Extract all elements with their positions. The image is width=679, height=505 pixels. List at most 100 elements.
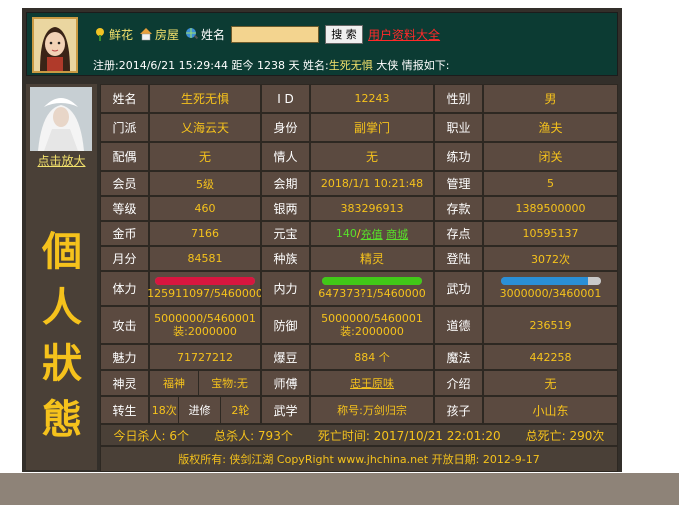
value-sect: 乂海云天 — [149, 113, 261, 142]
label-yuanbao: 元宝 — [261, 221, 310, 246]
rebirth-cell: 18次 进修 2轮 — [149, 396, 261, 424]
label-deposit-points: 存点 — [434, 221, 483, 246]
table-row: 金币 7166 元宝 140 / 充值 商城 存点 10595137 — [100, 221, 618, 246]
label-master: 师傅 — [261, 370, 310, 396]
shop-link[interactable]: 商城 — [386, 226, 408, 242]
register-info: 注册:2014/6/21 15:29:44 距今 1238 天 姓名:生死无惧 … — [93, 57, 449, 73]
value-member: 5级 — [149, 171, 261, 196]
table-row: 会员 5级 会期 2018/1/1 10:21:48 管理 5 — [100, 171, 618, 196]
kills-total: 总杀人: 793个 — [214, 428, 293, 443]
defense-cell: 5000000/5460001 装:2000000 — [310, 306, 434, 344]
flower-link[interactable]: 鲜花 — [109, 26, 133, 43]
user-portrait — [32, 17, 78, 73]
summary-bar: 今日杀人: 6个 总杀人: 793个 死亡时间: 2017/10/21 22:0… — [100, 424, 618, 446]
label-silver: 银两 — [261, 196, 310, 221]
value-defense-equip: 装:2000000 — [340, 325, 404, 338]
value-job: 渔夫 — [483, 113, 618, 142]
recharge-link[interactable]: 充值 — [361, 226, 383, 242]
label-sect: 门派 — [100, 113, 149, 142]
personal-status-title: 個 人 狀 態 — [34, 224, 90, 448]
value-intro: 无 — [483, 370, 618, 396]
value-identity: 副掌门 — [310, 113, 434, 142]
value-master[interactable]: 忠王原味 — [310, 370, 434, 396]
table-row: 攻击 5000000/5460001 装:2000000 防御 5000000/… — [100, 306, 618, 344]
label-morality: 道德 — [434, 306, 483, 344]
value-treasure: 宝物:无 — [211, 377, 248, 390]
title-char: 個 — [42, 228, 82, 275]
register-prefix: 注册:2014/6/21 15:29:44 距今 1238 天 姓名: — [93, 59, 329, 72]
label-deposit: 存款 — [434, 196, 483, 221]
label-attack: 攻击 — [100, 306, 149, 344]
register-name: 生死无惧 — [328, 59, 373, 72]
value-admin: 5 — [483, 171, 618, 196]
label-rebirth: 转生 — [100, 396, 149, 424]
value-gold: 7166 — [149, 221, 261, 246]
attack-cell: 5000000/5460001 装:2000000 — [149, 306, 261, 344]
zoom-link[interactable]: 点击放大 — [26, 152, 97, 169]
value-yuanbao-cell: 140 / 充值 商城 — [310, 221, 434, 246]
label-job: 职业 — [434, 113, 483, 142]
value-yuanbao: 140 — [335, 227, 357, 240]
label-martial: 武功 — [434, 271, 483, 306]
table-row: 转生 18次 进修 2轮 武学 称号:万剑归宗 孩子 小山东 — [100, 396, 618, 424]
value-practice: 闭关 — [483, 142, 618, 171]
value-gender: 男 — [483, 84, 618, 113]
title-char: 人 — [42, 284, 82, 331]
value-monthly: 84581 — [149, 246, 261, 271]
header-panel: 鲜花 房屋 姓名 搜 索 用户资料大全 注册:2014/6/21 15:29:4… — [26, 12, 618, 76]
value-charm: 71727212 — [149, 344, 261, 370]
kills-today: 今日杀人: 6个 — [113, 428, 190, 443]
value-morality: 236519 — [483, 306, 618, 344]
deaths-total: 总死亡: 290次 — [525, 428, 605, 443]
page-bottom-strip — [0, 473, 679, 505]
flower-icon — [93, 27, 107, 41]
left-column: 点击放大 個 人 狀 態 — [26, 84, 97, 470]
value-rebirth: 18次 — [150, 397, 180, 423]
value-attack-equip: 装:2000000 — [173, 325, 237, 338]
value-name: 生死无惧 — [149, 84, 261, 113]
table-row: 魅力 71727212 爆豆 884 个 魔法 442258 — [100, 344, 618, 370]
stamina-bar — [155, 277, 255, 285]
globe-search-icon — [185, 27, 199, 41]
label-race: 种族 — [261, 246, 310, 271]
martial-cell: 3000000/3460001 — [483, 271, 618, 306]
label-advance: 进修 — [179, 397, 221, 423]
character-avatar[interactable] — [30, 87, 92, 151]
value-silver: 383296913 — [310, 196, 434, 221]
label-gender: 性别 — [434, 84, 483, 113]
copyright-footer: 版权所有: 侠剑江湖 CopyRight www.jhchina.net 开放日… — [100, 446, 618, 472]
search-button[interactable]: 搜 索 — [325, 24, 364, 44]
inner-bar — [322, 277, 422, 285]
value-spirit: 福神 — [150, 371, 200, 395]
death-time: 死亡时间: 2017/10/21 22:01:20 — [317, 428, 501, 443]
label-admin: 管理 — [434, 171, 483, 196]
all-users-link[interactable]: 用户资料大全 — [368, 26, 440, 43]
label-id: I D — [261, 84, 310, 113]
value-member-term: 2018/1/1 10:21:48 — [310, 171, 434, 196]
value-title: 称号:万剑归宗 — [310, 396, 434, 424]
label-defense: 防御 — [261, 306, 310, 344]
stamina-cell: 125911097/5460000 — [147, 271, 263, 306]
table-row: 姓名 生死无惧 I D 12243 性别 男 — [100, 84, 618, 113]
value-magic: 442258 — [483, 344, 618, 370]
title-char: 態 — [42, 396, 82, 443]
table-row: 月分 84581 种族 精灵 登陆 3072次 — [100, 246, 618, 271]
table-row: 门派 乂海云天 身份 副掌门 职业 渔夫 — [100, 113, 618, 142]
value-attack: 5000000/5460001 — [154, 312, 256, 325]
house-link[interactable]: 房屋 — [155, 26, 179, 43]
title-char: 狀 — [42, 340, 82, 387]
label-spirit: 神灵 — [100, 370, 149, 396]
label-monthly: 月分 — [100, 246, 149, 271]
value-deposit-points: 10595137 — [483, 221, 618, 246]
label-intro: 介绍 — [434, 370, 483, 396]
name-search-label: 姓名 — [201, 27, 226, 42]
inner-cell: 647373?1/5460000 — [310, 271, 434, 306]
label-martial-study: 武学 — [261, 396, 310, 424]
label-identity: 身份 — [261, 113, 310, 142]
label-inner: 内力 — [261, 271, 310, 306]
label-member-term: 会期 — [261, 171, 310, 196]
name-search-input[interactable] — [231, 25, 320, 43]
value-child: 小山东 — [483, 396, 618, 424]
label-charm: 魅力 — [100, 344, 149, 370]
value-deposit: 1389500000 — [483, 196, 618, 221]
